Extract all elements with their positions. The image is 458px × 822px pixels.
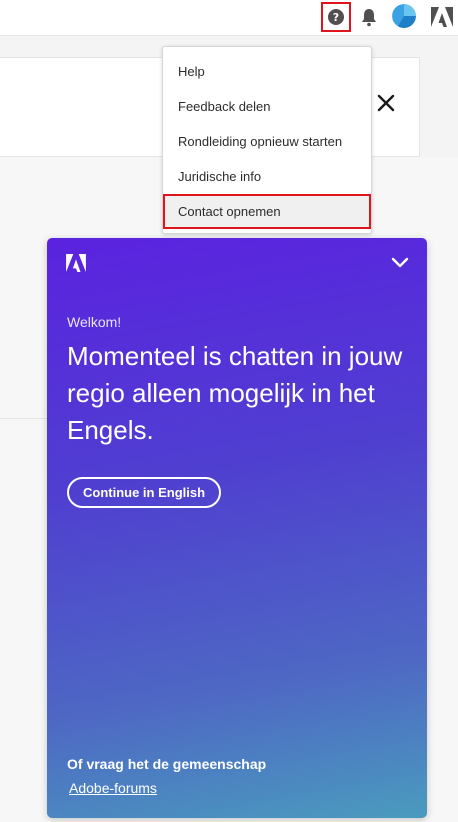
chat-message: Momenteel is chatten in jouw regio allee… xyxy=(67,341,403,445)
menu-item-restart-tour[interactable]: Rondleiding opnieuw starten xyxy=(163,124,371,159)
top-header-bar: ? xyxy=(0,0,458,36)
adobe-forums-link[interactable]: Adobe-forums xyxy=(69,780,157,796)
bell-icon[interactable] xyxy=(360,7,378,27)
menu-item-contact[interactable]: Contact opnemen xyxy=(163,194,371,229)
help-menu: Help Feedback delen Rondleiding opnieuw … xyxy=(162,46,372,234)
help-button[interactable]: ? xyxy=(321,2,351,32)
menu-item-feedback[interactable]: Feedback delen xyxy=(163,89,371,124)
welcome-text: Welkom! xyxy=(67,314,122,330)
menu-item-help[interactable]: Help xyxy=(163,54,371,89)
menu-item-legal[interactable]: Juridische info xyxy=(163,159,371,194)
chat-panel: Welkom! Momenteel is chatten in jouw reg… xyxy=(47,238,427,818)
continue-in-english-button[interactable]: Continue in English xyxy=(67,477,222,508)
chevron-down-icon[interactable] xyxy=(391,256,409,270)
close-icon[interactable] xyxy=(376,93,396,113)
adobe-logo-icon[interactable] xyxy=(431,7,453,27)
help-icon: ? xyxy=(328,9,344,25)
community-text: Of vraag het de gemeenschap xyxy=(67,756,267,772)
avatar[interactable] xyxy=(392,4,416,28)
adobe-logo-icon xyxy=(66,254,86,272)
